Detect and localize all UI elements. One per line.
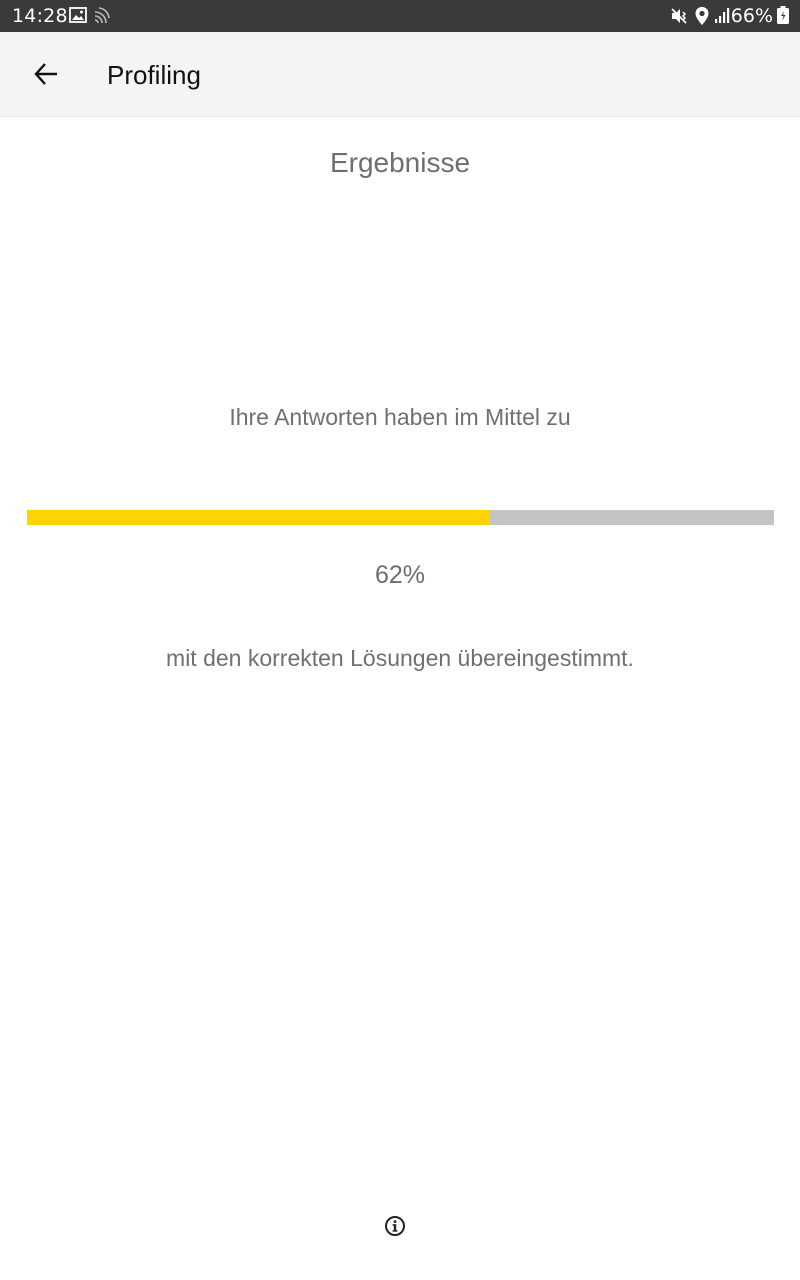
info-icon [384,1215,406,1242]
app-bar: Profiling [0,32,800,117]
score-progress-bar [27,510,774,525]
back-button[interactable] [22,52,70,100]
location-icon [694,6,710,31]
status-time: 14:28 [12,5,68,27]
status-bar: 14:28 66% [0,0,800,32]
image-icon [69,6,87,29]
results-outro-text: mit den korrekten Lösungen übereingestim… [166,645,634,671]
cast-icon [93,6,111,29]
page-title: Profiling [107,60,201,90]
info-button[interactable] [380,1213,410,1243]
battery-icon [776,5,790,30]
results-intro-text: Ihre Antworten haben im Mittel zu [229,404,571,430]
results-heading: Ergebnisse [329,147,471,178]
battery-percent: 66% [730,5,773,27]
mute-vibrate-icon [670,6,690,31]
score-progress-fill [27,510,491,525]
signal-icon [714,6,732,29]
results-content: Ergebnisse Ihre Antworten haben im Mitte… [0,117,800,1280]
arrow-left-icon [33,61,59,92]
score-percent: 62% [374,561,426,589]
